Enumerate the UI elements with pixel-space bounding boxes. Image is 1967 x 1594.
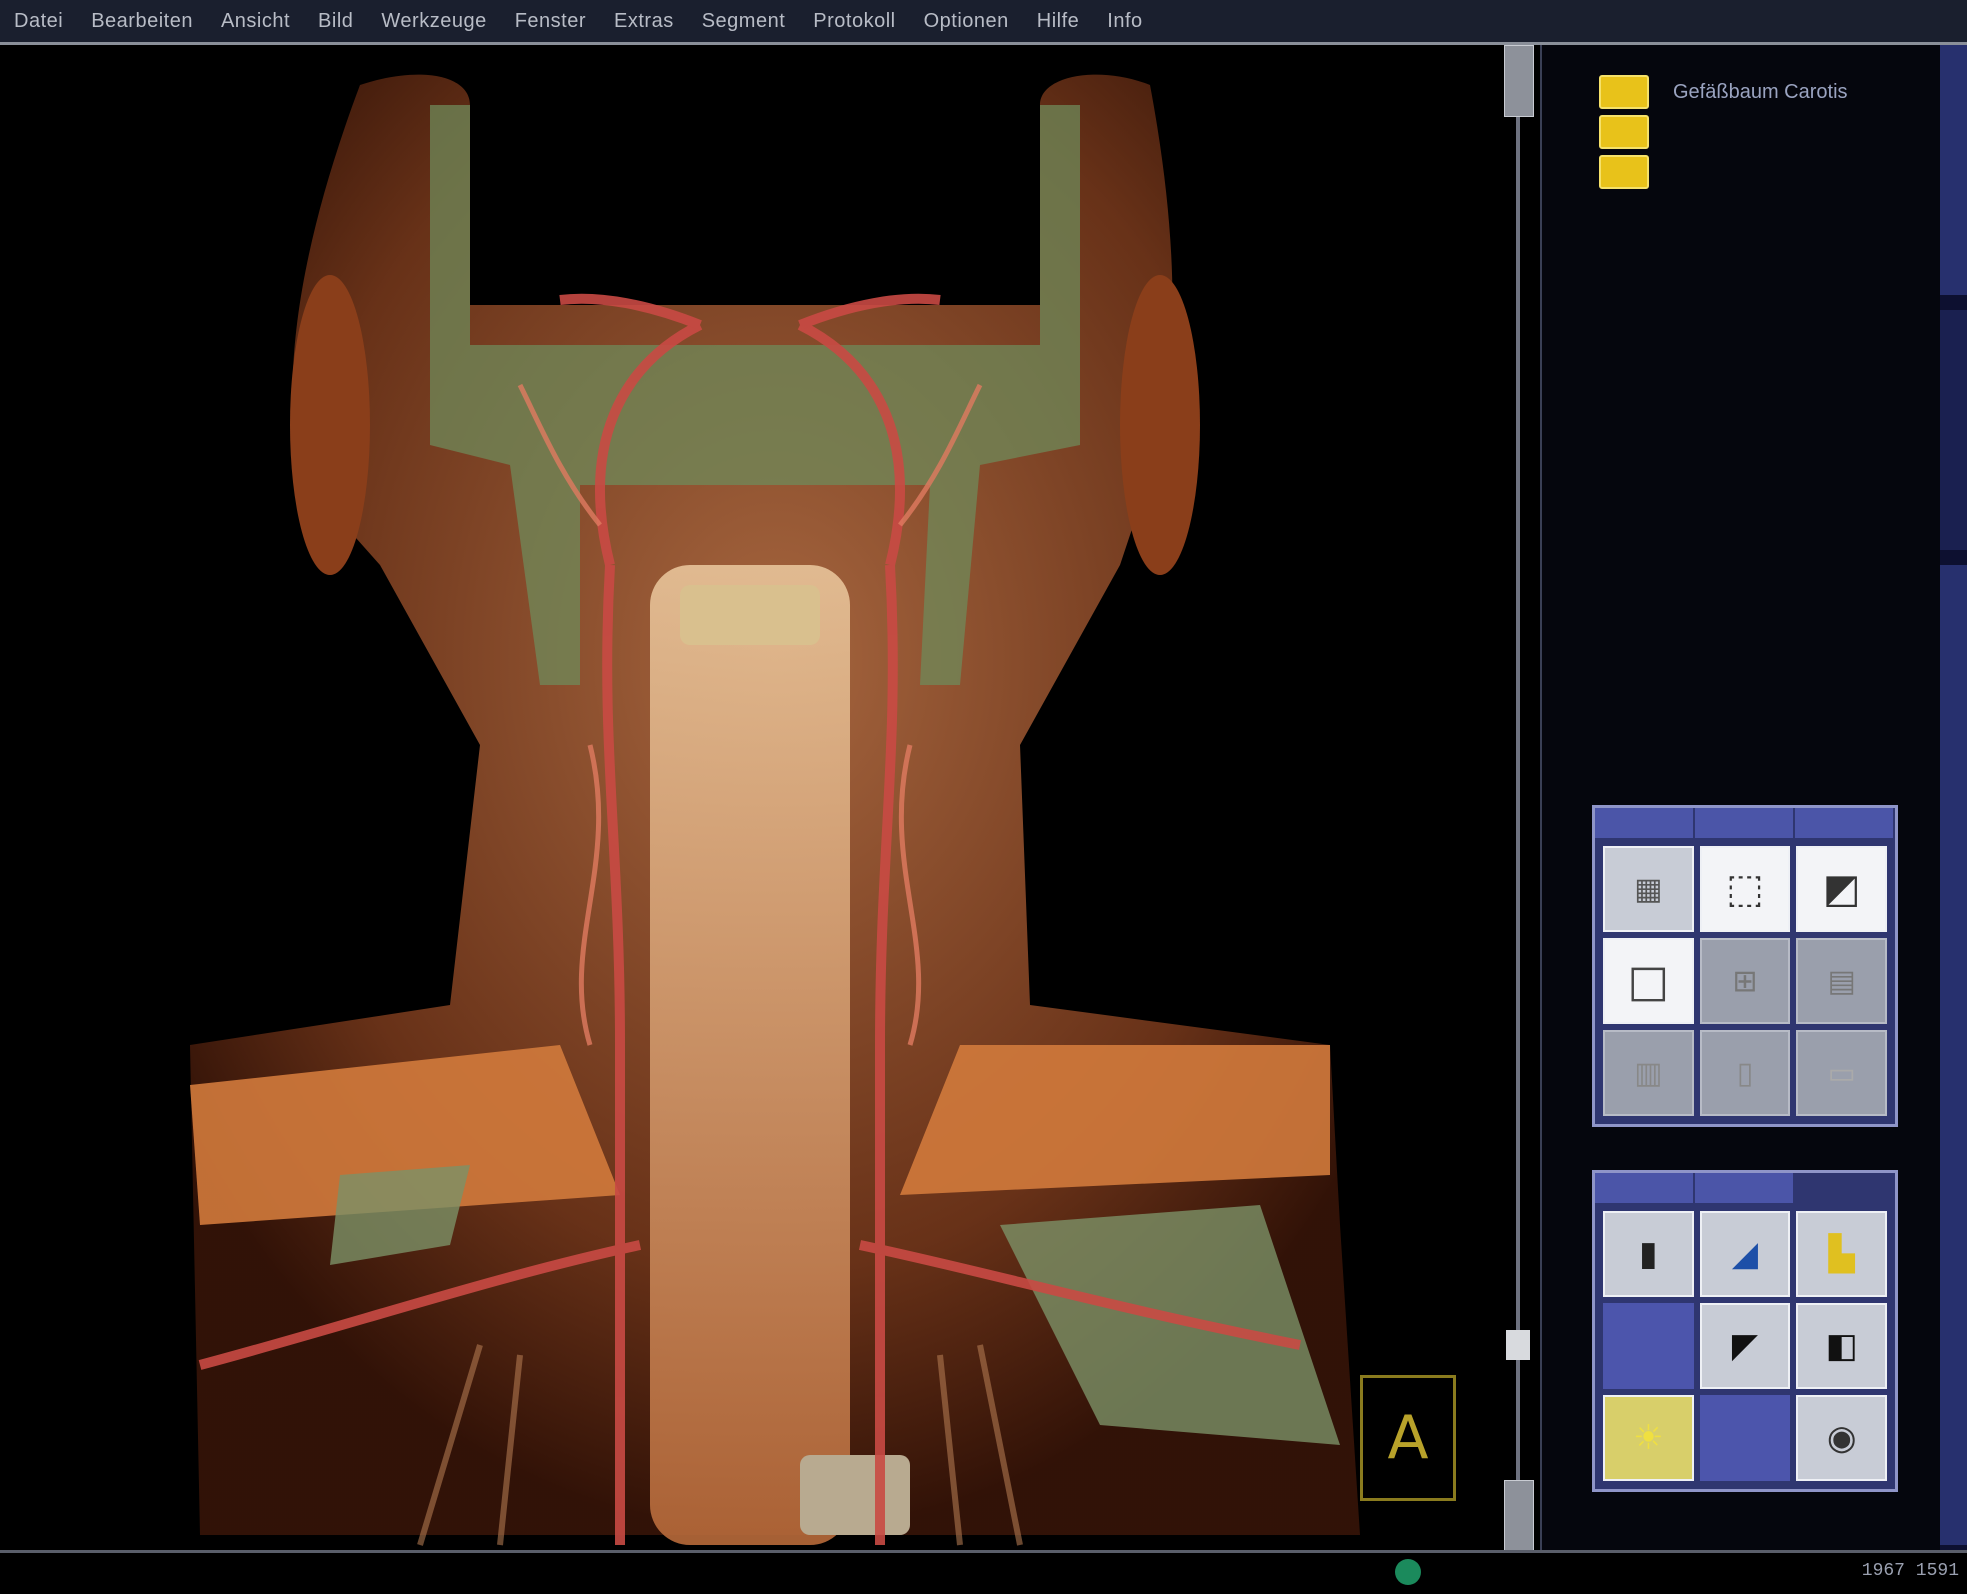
light-icon: ☀ <box>1633 1418 1664 1458</box>
vascular-neck-render <box>190 74 1360 1546</box>
pan-icon: ⊞ <box>1732 963 1758 999</box>
measure-button[interactable]: ▯ <box>1699 1030 1791 1116</box>
window-icon: ▤ <box>1827 963 1856 999</box>
highlight-icon: ▙ <box>1828 1234 1855 1274</box>
viewport-scrollbar[interactable] <box>1500 45 1540 1552</box>
ruler-button[interactable]: ▮ <box>1603 1211 1694 1297</box>
legend-swatch[interactable] <box>1599 75 1649 109</box>
light-button[interactable]: ☀ <box>1603 1395 1694 1481</box>
legend-swatch[interactable] <box>1599 115 1649 149</box>
scroll-up-button[interactable] <box>1504 45 1534 117</box>
segmentation-tools-tabs <box>1595 1173 1895 1203</box>
segmentation-tools-panel: ▮ ◢ ▙ ◤ ◧ ☀ ◉ <box>1592 1170 1898 1492</box>
side-tab-strip <box>1940 45 1967 1550</box>
legend-item[interactable] <box>1599 115 1649 149</box>
menu-item[interactable]: Hilfe <box>1023 10 1094 33</box>
render-mode-icon: ▦ <box>1634 871 1663 907</box>
status-text: 1967 1591 <box>1861 1561 1959 1581</box>
tab-layout[interactable] <box>1795 808 1895 838</box>
tab-export[interactable] <box>1695 1173 1795 1203</box>
rotate-button[interactable]: ◩ <box>1796 846 1887 932</box>
empty-slot <box>1603 1303 1694 1389</box>
status-indicator-icon <box>1395 1559 1421 1585</box>
zoom-button[interactable]: ⬚ <box>1699 846 1791 932</box>
frame-button[interactable]: □ <box>1603 938 1694 1024</box>
legend-swatch[interactable] <box>1599 155 1649 189</box>
film-button[interactable]: ◤ <box>1699 1303 1791 1389</box>
tab-render[interactable] <box>1695 808 1795 838</box>
menu-item[interactable]: Protokoll <box>799 10 909 33</box>
side-tab[interactable] <box>1940 45 1967 295</box>
tab-spacer <box>1795 1173 1895 1203</box>
menu-item[interactable]: Datei <box>0 10 77 33</box>
scroll-track[interactable] <box>1516 45 1520 1550</box>
zoom-icon: ⬚ <box>1726 866 1764 912</box>
film-icon: ◤ <box>1731 1326 1759 1366</box>
menu-item[interactable]: Info <box>1093 10 1156 33</box>
menu-item[interactable]: Ansicht <box>207 10 304 33</box>
legend-item[interactable] <box>1599 155 1649 189</box>
view-tools-tabs <box>1595 808 1895 838</box>
clip-icon: ▭ <box>1827 1055 1856 1091</box>
menu-item[interactable]: Werkzeuge <box>367 10 500 33</box>
orientation-marker: A <box>1360 1375 1456 1501</box>
menu-item[interactable]: Bearbeiten <box>77 10 207 33</box>
layout-button[interactable]: ▥ <box>1603 1030 1694 1116</box>
menu-item[interactable]: Segment <box>688 10 800 33</box>
render-mode-button[interactable]: ▦ <box>1603 846 1694 932</box>
rotate-icon: ◩ <box>1822 866 1861 912</box>
window-button[interactable]: ▤ <box>1796 938 1887 1024</box>
volume-render-viewport[interactable]: A <box>0 45 1500 1550</box>
view-tools-panel: ▦ ⬚ ◩ □ ⊞ ▤ ▥ ▯ ▭ <box>1592 805 1898 1127</box>
compare-button[interactable]: ◧ <box>1796 1303 1887 1389</box>
camera-icon: ◉ <box>1826 1418 1857 1458</box>
status-bar: 1967 1591 <box>0 1550 1967 1594</box>
menu-item[interactable]: Bild <box>304 10 367 33</box>
clip-button[interactable]: ▭ <box>1796 1030 1887 1116</box>
compare-icon: ◧ <box>1825 1326 1858 1366</box>
highlight-button[interactable]: ▙ <box>1796 1211 1887 1297</box>
menu-item[interactable]: Extras <box>600 10 688 33</box>
segment-icon: ◢ <box>1731 1234 1759 1274</box>
legend-label: Gefäßbaum Carotis <box>1673 80 1848 103</box>
measure-icon: ▯ <box>1736 1055 1754 1091</box>
camera-button[interactable]: ◉ <box>1796 1395 1887 1481</box>
control-panel: Gefäßbaum Carotis ▦ ⬚ ◩ □ ⊞ ▤ ▥ ▯ ▭ ▮ ◢ … <box>1540 45 1942 1550</box>
menu-item[interactable]: Optionen <box>910 10 1023 33</box>
scroll-thumb[interactable] <box>1506 1330 1530 1360</box>
side-tab[interactable] <box>1940 310 1967 550</box>
side-tab[interactable] <box>1940 565 1967 1545</box>
menu-item[interactable]: Fenster <box>501 10 600 33</box>
menu-bar: Datei Bearbeiten Ansicht Bild Werkzeuge … <box>0 0 1967 45</box>
layout-icon: ▥ <box>1634 1055 1663 1091</box>
tab-segment[interactable] <box>1595 1173 1695 1203</box>
segment-button[interactable]: ◢ <box>1699 1211 1791 1297</box>
pan-button[interactable]: ⊞ <box>1699 938 1791 1024</box>
empty-slot <box>1699 1395 1791 1481</box>
tab-view[interactable] <box>1595 808 1695 838</box>
ruler-icon: ▮ <box>1638 1234 1658 1274</box>
legend-item[interactable]: Gefäßbaum Carotis <box>1599 75 1848 109</box>
scroll-down-button[interactable] <box>1504 1480 1534 1552</box>
frame-icon: □ <box>1627 955 1670 1007</box>
